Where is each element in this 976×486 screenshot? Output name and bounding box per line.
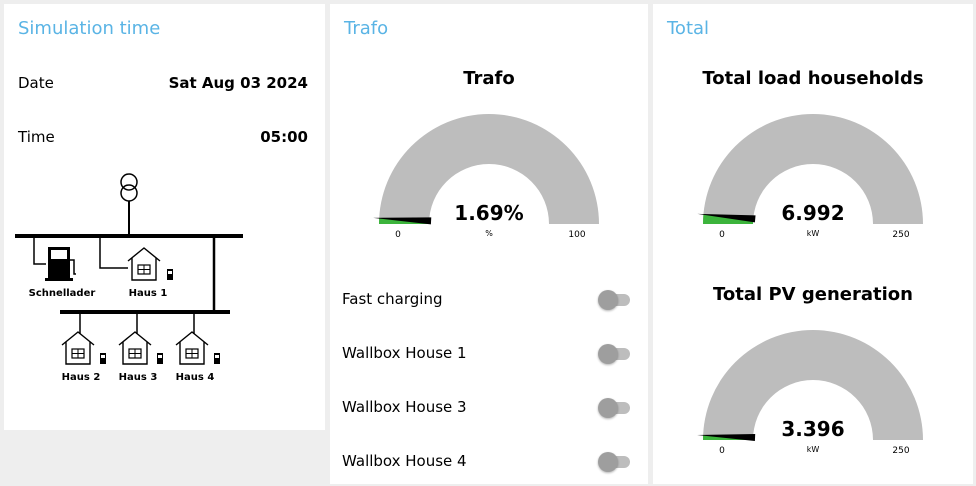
load-gauge: 6.992 kW 0 250 bbox=[697, 114, 923, 240]
trafo-panel: Trafo Trafo 1.69% % 0 100 Fast charging … bbox=[330, 4, 648, 484]
toggle-row-wallbox-house-3: Wallbox House 3 bbox=[342, 394, 632, 422]
grid-schematic: Schnellader Haus 1 Haus 2 Haus 3 Haus 4 bbox=[15, 173, 243, 383]
house-icon-haus4 bbox=[175, 331, 220, 365]
toggle-row-fast-charging: Fast charging bbox=[342, 286, 632, 314]
label-haus2: Haus 2 bbox=[62, 372, 101, 383]
toggle-label: Wallbox House 1 bbox=[342, 344, 467, 362]
gauge-value: 6.992 bbox=[781, 201, 844, 225]
gauge-value: 3.396 bbox=[781, 417, 844, 441]
gauge-max: 100 bbox=[568, 230, 585, 240]
house-icon-haus3 bbox=[118, 331, 163, 365]
label-haus1: Haus 1 bbox=[129, 288, 168, 299]
panel-title-total: Total bbox=[667, 18, 710, 39]
gauge-value: 1.69% bbox=[454, 201, 523, 225]
label-haus4: Haus 4 bbox=[176, 372, 215, 383]
wallbox-house-4-toggle[interactable] bbox=[598, 452, 632, 472]
toggle-label: Wallbox House 4 bbox=[342, 452, 467, 470]
pv-gauge-title: Total PV generation bbox=[713, 284, 913, 305]
gauge-min: 0 bbox=[719, 230, 725, 240]
toggle-row-wallbox-house-4: Wallbox House 4 bbox=[342, 448, 632, 476]
trafo-gauge: 1.69% % 0 100 bbox=[373, 114, 599, 240]
label-schnelllader: Schnellader bbox=[29, 288, 96, 299]
house-icon-haus1 bbox=[127, 247, 173, 281]
gauge-max: 250 bbox=[892, 446, 909, 456]
gauge-min: 0 bbox=[395, 230, 401, 240]
fast-charging-toggle[interactable] bbox=[598, 290, 632, 310]
gauge-max: 250 bbox=[892, 230, 909, 240]
house-icon-haus2 bbox=[61, 331, 106, 365]
wallbox-house-3-toggle[interactable] bbox=[598, 398, 632, 418]
simulation-time-panel: Simulation time Date Sat Aug 03 2024 Tim… bbox=[4, 4, 325, 430]
toggle-row-wallbox-house-1: Wallbox House 1 bbox=[342, 340, 632, 368]
toggle-label: Fast charging bbox=[342, 290, 443, 308]
transformer-icon bbox=[120, 173, 138, 236]
label-haus3: Haus 3 bbox=[119, 372, 158, 383]
total-panel: Total Total load households 6.992 kW 0 2… bbox=[653, 4, 973, 484]
pv-gauge: 3.396 kW 0 250 bbox=[697, 330, 923, 456]
gauge-unit: kW bbox=[807, 445, 820, 454]
wallbox-house-1-toggle[interactable] bbox=[598, 344, 632, 364]
trafo-gauge-title: Trafo bbox=[463, 68, 515, 89]
gauge-unit: % bbox=[485, 229, 493, 238]
gauge-unit: kW bbox=[807, 229, 820, 238]
panel-title-trafo: Trafo bbox=[344, 18, 389, 39]
load-gauge-title: Total load households bbox=[702, 68, 924, 89]
gauge-min: 0 bbox=[719, 446, 725, 456]
toggle-label: Wallbox House 3 bbox=[342, 398, 467, 416]
fast-charger-icon bbox=[45, 247, 76, 281]
